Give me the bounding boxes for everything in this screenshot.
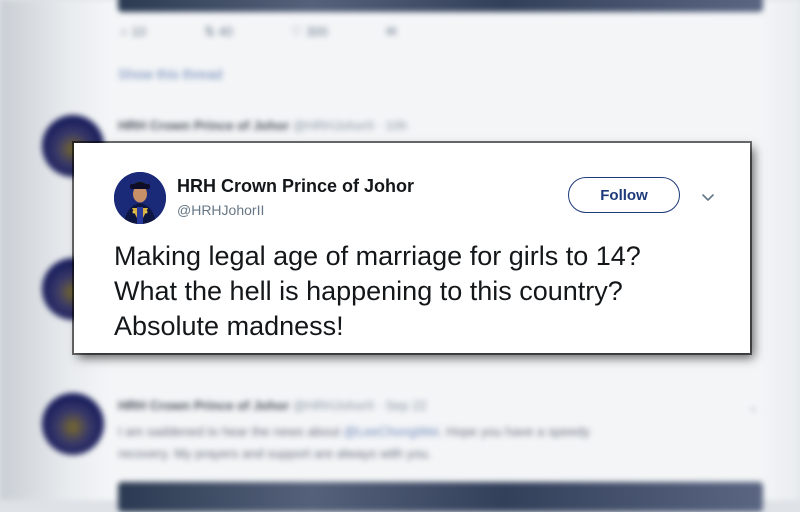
tweet-text-line: Making legal age of marriage for girls t… xyxy=(114,241,641,271)
bg-avatar-3 xyxy=(42,393,104,455)
tweet-text-line: What the hell is happening to this count… xyxy=(114,276,623,306)
bg-media-strip-top xyxy=(118,0,763,12)
bg-retweet-icon: ⇅ 40 xyxy=(203,24,233,39)
profile-avatar[interactable] xyxy=(114,172,166,224)
bg-heart-icon: ♡ 300 xyxy=(290,24,328,39)
tweet-text-line: Absolute madness! xyxy=(114,311,344,341)
bg-media-strip-bottom xyxy=(118,482,763,512)
bg-chevron-down-icon: ⌄ xyxy=(748,400,759,414)
bg-envelope-icon: ✉ xyxy=(385,24,397,39)
tweet-card: HRH Crown Prince of Johor @HRHJohorII Fo… xyxy=(74,143,750,353)
bg-show-thread-link: Show this thread xyxy=(118,66,223,82)
bg-tweet3-line1: I am saddened to hear the news about @Le… xyxy=(118,424,590,439)
bg-action-bar: ○ 10 ⇅ 40 ♡ 300 ✉ xyxy=(120,24,397,40)
chevron-down-icon[interactable] xyxy=(698,187,718,207)
bg-tweet3-line2: recovery. My prayers and support are alw… xyxy=(118,446,432,461)
user-handle[interactable]: @HRHJohorII xyxy=(177,202,264,218)
tweet-text: Making legal age of marriage for girls t… xyxy=(114,239,734,344)
bg-tweet1-name: HRH Crown Prince of Johor @HRHJohorII · … xyxy=(118,118,408,133)
follow-button[interactable]: Follow xyxy=(568,177,680,213)
uniformed-profile-avatar-icon xyxy=(114,172,166,224)
bg-tweet3-name: HRH Crown Prince of Johor @HRHJohorII · … xyxy=(118,398,427,413)
bg-reply-icon: ○ 10 xyxy=(120,24,146,39)
display-name[interactable]: HRH Crown Prince of Johor xyxy=(177,176,414,197)
